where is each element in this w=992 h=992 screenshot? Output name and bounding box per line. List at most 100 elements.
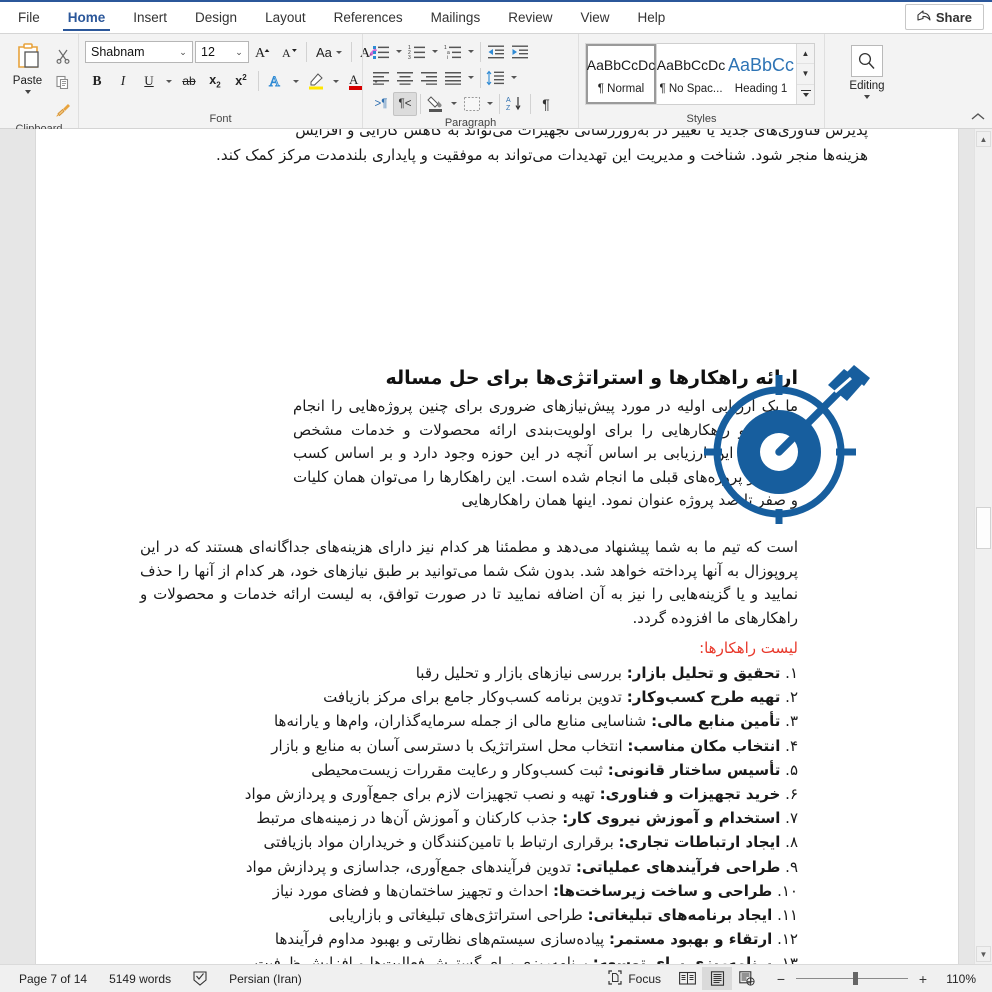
chevron-down-icon [396,50,402,53]
tab-references[interactable]: References [320,2,417,33]
zoom-level[interactable]: 110% [938,972,976,986]
style-normal[interactable]: AaBbCcDc ¶ Normal [585,43,657,105]
underline-button[interactable]: U [137,69,161,93]
multilevel-dropdown[interactable] [465,40,477,64]
shading-dropdown[interactable] [448,92,460,116]
format-painter-button[interactable] [51,98,75,122]
read-mode-button[interactable] [672,967,702,990]
divider [530,93,531,114]
scroll-up-button[interactable]: ▲ [976,131,991,147]
center-button[interactable] [393,66,417,90]
language-status[interactable]: Persian (Iran) [218,967,313,990]
multilevel-list-button[interactable]: 1 a i [441,40,465,64]
ltr-text-direction-button[interactable]: >¶ [369,92,393,116]
shrink-font-button[interactable]: A [277,40,301,64]
align-right-button[interactable] [417,66,441,90]
chevron-down-icon [432,50,438,53]
zoom-slider[interactable] [796,972,908,985]
bullets-dropdown[interactable] [393,40,405,64]
style-name: Heading 1 [734,82,788,95]
font-size-combo[interactable]: 12 ⌄ [195,41,249,63]
chevron-down-icon[interactable] [335,50,342,54]
show-formatting-marks-button[interactable]: ¶ [534,92,558,116]
styles-scroll-down-button[interactable]: ▼ [797,64,814,85]
tab-home[interactable]: Home [54,2,120,33]
tab-help[interactable]: Help [624,2,680,33]
text-highlight-button[interactable] [304,69,328,93]
editing-button[interactable]: Editing [849,39,885,99]
numbering-button[interactable]: 1 2 3 [405,40,429,64]
rtl-text-direction-button[interactable]: ¶< [393,91,417,116]
cut-button[interactable] [51,44,75,68]
justify-dropdown[interactable] [465,66,477,90]
zoom-out-button[interactable]: − [774,972,788,986]
change-case-button[interactable]: Aa [312,40,346,64]
style-preview: AaBbCc [727,54,795,75]
text-effects-button[interactable]: A [264,69,288,93]
chevron-down-icon[interactable] [24,90,31,94]
page-number-status[interactable]: Page 7 of 14 [8,967,98,990]
tab-mailings[interactable]: Mailings [417,2,495,33]
styles-scroll-up-button[interactable]: ▲ [797,44,814,65]
styles-more-button[interactable] [797,84,814,104]
line-spacing-dropdown[interactable] [508,66,520,90]
line-spacing-button[interactable] [484,66,508,90]
subscript-button[interactable]: x2 [203,69,227,93]
tab-review[interactable]: Review [494,2,566,33]
item-number: ۹. [785,857,798,876]
item-desc: شناسایی منابع مالی از جمله سرمایه‌گذاران… [273,712,647,731]
text-effects-dropdown[interactable] [290,69,302,93]
tab-layout[interactable]: Layout [251,2,320,33]
chevron-down-icon[interactable] [863,95,870,99]
align-left-button[interactable] [369,66,393,90]
grow-font-button[interactable]: A [251,40,275,64]
document-area[interactable]: پذیرش فناوری‌های جدید یا تغییر در به‌روز… [0,129,992,964]
collapse-ribbon-button[interactable] [971,110,985,124]
strikethrough-button[interactable]: ab [177,69,201,93]
scroll-down-button[interactable]: ▼ [976,946,991,962]
focus-mode-button[interactable]: Focus [597,967,672,990]
tab-design[interactable]: Design [181,2,251,33]
web-layout-button[interactable] [732,967,762,990]
italic-button[interactable]: I [111,69,135,93]
font-name-combo[interactable]: Shabnam ⌄ [85,41,193,63]
share-button[interactable]: Share [904,4,984,30]
list-item: ۱۳. برنامه‌ریزی برای توسعه: برنامه‌ریزی … [140,951,798,964]
shading-button[interactable] [424,92,448,116]
document-page[interactable]: پذیرش فناوری‌های جدید یا تغییر در به‌روز… [35,129,959,964]
item-desc: برقراری ارتباط با تامین‌کنندگان و خریدار… [263,833,614,852]
item-desc: تهیه و نصب تجهیزات لازم برای جمع‌آوری و … [244,785,595,804]
style-no-spacing[interactable]: AaBbCcDc ¶ No Spac... [656,44,726,104]
paste-button[interactable]: Paste [5,41,51,94]
decrease-indent-button[interactable] [484,40,508,64]
copy-button[interactable] [51,71,75,95]
numbering-dropdown[interactable] [429,40,441,64]
vertical-scrollbar[interactable]: ▲ ▼ [974,129,992,964]
chevron-down-icon[interactable]: ⌄ [177,47,189,58]
word-count-status[interactable]: 5149 words [98,967,182,990]
print-layout-button[interactable] [702,967,732,990]
bold-button[interactable]: B [85,69,109,93]
zoom-slider-thumb[interactable] [853,972,858,985]
item-number: ۱۰. [777,881,798,900]
zoom-in-button[interactable]: + [916,972,930,986]
borders-dropdown[interactable] [484,92,496,116]
paragraph-group-label: Paragraph [444,117,497,129]
chevron-down-icon[interactable]: ⌄ [233,47,245,58]
status-bar: Page 7 of 14 5149 words Persian (Iran) F… [0,964,992,992]
tab-view[interactable]: View [566,2,623,33]
style-heading-1[interactable]: AaBbCc Heading 1 [726,44,796,104]
tab-insert[interactable]: Insert [119,2,181,33]
sort-button[interactable]: AZ [503,92,527,116]
bullets-button[interactable] [369,40,393,64]
highlight-dropdown[interactable] [330,69,342,93]
proofing-errors-icon[interactable] [182,967,218,990]
underline-dropdown[interactable] [163,69,175,93]
list-item: ۷. استخدام و آموزش نیروی کار: جذب کارکنا… [140,806,798,830]
superscript-button[interactable]: x2 [229,69,253,93]
increase-indent-button[interactable] [508,40,532,64]
scrollbar-thumb[interactable] [976,507,991,549]
tab-file[interactable]: File [4,2,54,33]
justify-button[interactable] [441,66,465,90]
borders-button[interactable] [460,92,484,116]
